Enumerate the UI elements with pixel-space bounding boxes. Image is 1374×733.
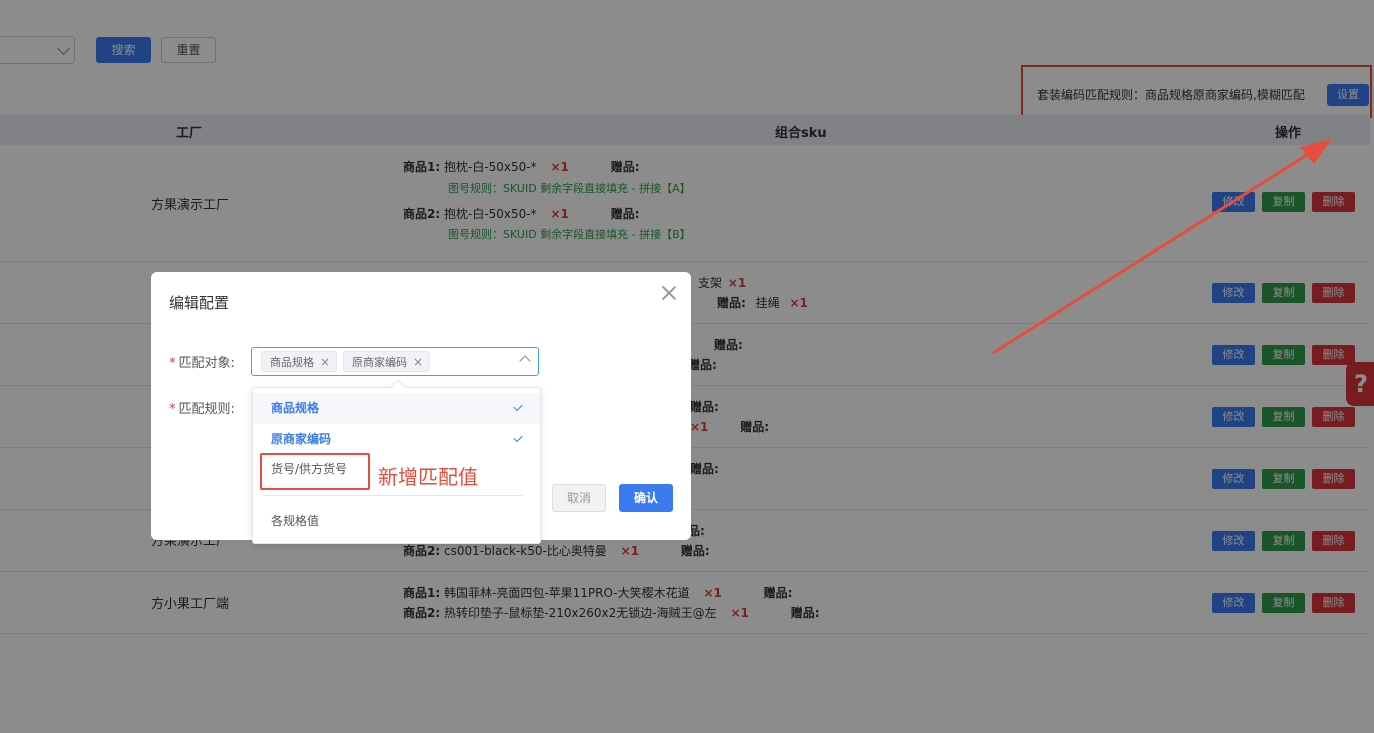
tag-label: 商品规格 — [270, 356, 314, 369]
required-mark: * — [169, 402, 176, 417]
check-icon — [513, 401, 523, 412]
dropdown-option[interactable]: 原商家编码 — [253, 424, 540, 455]
required-mark: * — [169, 356, 176, 371]
confirm-button[interactable]: 确认 — [619, 484, 673, 512]
close-icon[interactable] — [660, 284, 678, 302]
selected-tag: 原商家编码 × — [343, 351, 430, 372]
match-object-select[interactable]: 商品规格 × 原商家编码 × — [251, 347, 539, 376]
match-rule-label: * 匹配规则: — [169, 398, 235, 417]
dropdown-option[interactable]: 商品规格 — [253, 393, 540, 424]
option-label: 各规格值 — [271, 514, 320, 528]
tag-label: 原商家编码 — [352, 356, 407, 369]
match-object-text: 匹配对象: — [178, 356, 235, 371]
selected-tag: 商品规格 × — [261, 351, 337, 372]
dropdown-option[interactable]: 各规格值 — [253, 506, 540, 537]
option-divider — [263, 495, 523, 496]
cancel-button[interactable]: 取消 — [552, 484, 606, 512]
option-label: 商品规格 — [271, 401, 320, 415]
match-object-label: * 匹配对象: — [169, 352, 235, 371]
chevron-up-icon — [519, 355, 531, 367]
new-value-annotation: 新增匹配值 — [378, 465, 478, 489]
dialog-title: 编辑配置 — [169, 294, 230, 312]
tag-remove-icon[interactable]: × — [413, 352, 423, 373]
check-icon — [513, 432, 523, 443]
match-rule-text: 匹配规则: — [178, 402, 235, 417]
option-label: 原商家编码 — [271, 432, 332, 446]
new-value-highlight-box — [260, 453, 370, 490]
tag-remove-icon[interactable]: × — [320, 352, 330, 373]
